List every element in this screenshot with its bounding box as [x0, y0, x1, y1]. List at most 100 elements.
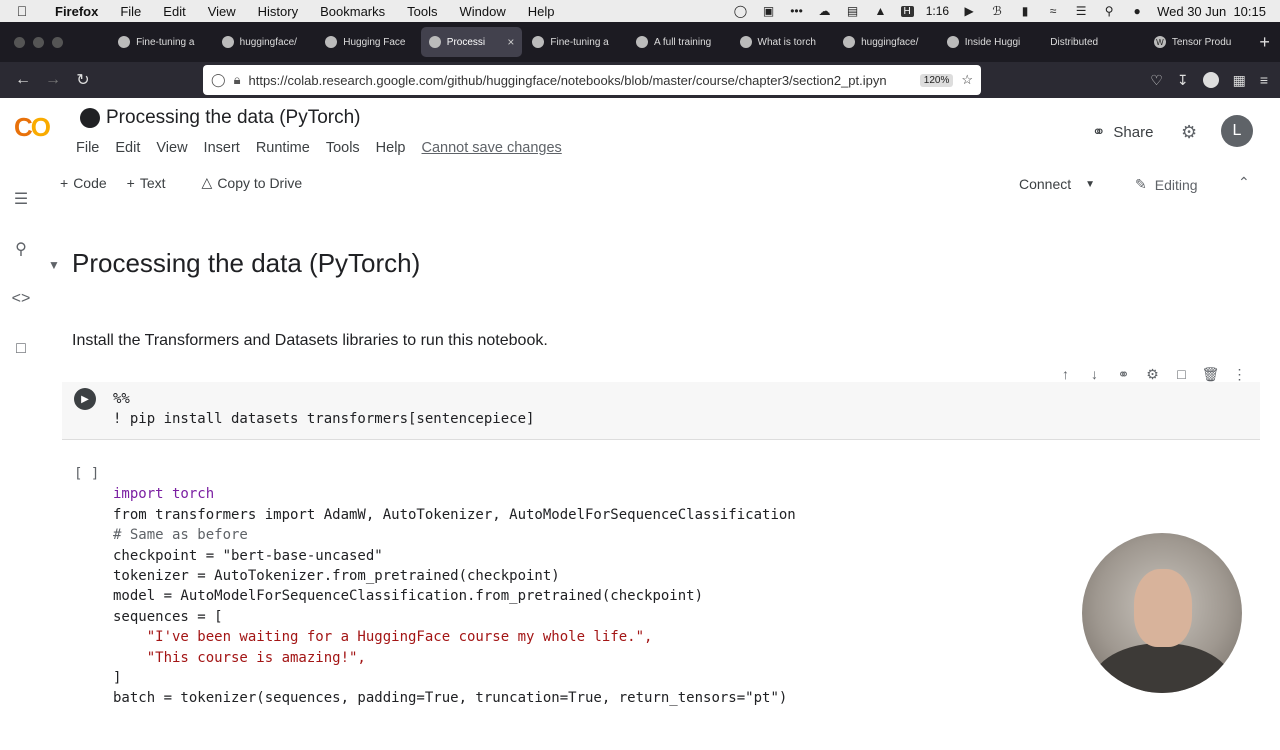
tab-huggingface-github-2[interactable]: huggingface/ — [835, 27, 937, 57]
tab-label: huggingface/ — [239, 36, 297, 48]
colab-menu-help[interactable]: Help — [376, 140, 414, 156]
shield-icon[interactable]: ◯ — [211, 72, 226, 88]
close-tab-icon[interactable]: × — [507, 35, 514, 49]
cell-settings-icon[interactable]: ⚙ — [1143, 366, 1162, 383]
cloud-icon[interactable]: ☁ — [817, 4, 833, 18]
move-up-icon[interactable]: ↑ — [1056, 366, 1075, 383]
code-editor[interactable]: import torch from transformers import Ada… — [113, 464, 796, 750]
tab-full-training[interactable]: A full training — [628, 27, 730, 57]
more-dots-icon[interactable]: ••• — [789, 4, 805, 18]
mac-menu-view[interactable]: View — [197, 4, 247, 19]
more-options-icon[interactable]: ⋮ — [1230, 366, 1249, 383]
search-icon[interactable]: ⚲ — [10, 238, 32, 260]
close-window-button[interactable] — [14, 36, 25, 48]
menu-icon[interactable]: ≡ — [1260, 72, 1268, 88]
copy-to-drive-button[interactable]: △ Copy to Drive — [202, 174, 303, 191]
tab-label: Processi — [446, 36, 486, 48]
code-line: # Same as before — [113, 527, 248, 544]
new-tab-icon[interactable]: + — [1249, 32, 1280, 53]
tab-label: Inside Huggi — [964, 36, 1021, 48]
tab-favicon-icon — [325, 36, 338, 48]
link-cell-icon[interactable]: ⚭ — [1114, 366, 1133, 383]
siri-icon[interactable]: ● — [1129, 4, 1145, 18]
code-line: batch = tokenizer(sequences, padding=Tru… — [113, 690, 788, 707]
lock-icon[interactable]: 🔒︎ — [234, 72, 241, 88]
tab-huggingface-github[interactable]: huggingface/ — [214, 27, 316, 57]
h-badge-icon[interactable]: H — [900, 5, 914, 17]
chevron-down-icon[interactable]: ▼ — [1085, 179, 1095, 190]
avatar[interactable]: L — [1221, 115, 1253, 147]
table-of-contents-icon[interactable]: ☰ — [10, 188, 32, 210]
tab-fine-tuning[interactable]: Fine-tuning a — [110, 27, 212, 57]
share-button[interactable]: ⚭ Share — [1092, 122, 1153, 142]
app-menu-firefox[interactable]: Firefox — [44, 4, 109, 19]
tab-processing-active[interactable]: Processi × — [420, 27, 523, 57]
url-bar[interactable]: ◯ 🔒︎ https://colab.research.google.com/g… — [203, 65, 981, 95]
colab-logo[interactable]: CO — [14, 112, 51, 143]
url-text[interactable]: https://colab.research.google.com/github… — [248, 73, 911, 88]
mac-menu-history[interactable]: History — [247, 4, 309, 19]
cannot-save-link[interactable]: Cannot save changes — [422, 140, 570, 156]
mac-menu-help[interactable]: Help — [517, 4, 566, 19]
add-code-button[interactable]: + Code — [60, 174, 107, 191]
mac-menu-edit[interactable]: Edit — [152, 4, 196, 19]
mac-menu-bookmarks[interactable]: Bookmarks — [309, 4, 396, 19]
editing-mode-button[interactable]: ✎ Editing — [1135, 176, 1198, 193]
back-icon[interactable]: ← — [8, 71, 38, 89]
wifi-icon[interactable]: ≈ — [1045, 4, 1061, 18]
colab-menu-edit[interactable]: Edit — [115, 140, 148, 156]
tab-inside-huggingface[interactable]: Inside Huggi — [939, 27, 1041, 57]
apple-icon[interactable]:  — [0, 3, 44, 19]
add-text-button[interactable]: + Text — [127, 174, 166, 191]
bluetooth-icon[interactable]: ℬ — [989, 4, 1005, 18]
extensions-icon[interactable]: ▦ — [1233, 72, 1246, 89]
zoom-level[interactable]: 120% — [919, 73, 954, 87]
forward-icon[interactable]: → — [38, 71, 68, 89]
tab-what-is-torch[interactable]: What is torch — [732, 27, 834, 57]
minimize-window-button[interactable] — [33, 36, 44, 48]
tab-fine-tuning-2[interactable]: Fine-tuning a — [524, 27, 626, 57]
tab-favicon-icon — [118, 36, 131, 48]
mac-menu-window[interactable]: Window — [449, 4, 517, 19]
control-center-icon[interactable]: ☰ — [1073, 4, 1089, 18]
account-icon[interactable] — [1202, 72, 1219, 88]
collapse-section-icon[interactable]: ▼ — [48, 258, 60, 272]
github-status-icon[interactable]: ◯ — [733, 4, 749, 18]
layout-icon[interactable]: ▤ — [845, 4, 861, 18]
battery-icon[interactable]: ▮ — [1017, 4, 1033, 18]
move-down-icon[interactable]: ↓ — [1085, 366, 1104, 383]
cone-icon[interactable]: ▲ — [873, 4, 889, 18]
pocket-icon[interactable]: ♡ — [1150, 72, 1163, 89]
execution-count[interactable]: [ ] — [74, 466, 99, 482]
downloads-icon[interactable]: ↧ — [1177, 72, 1189, 89]
colab-menu-insert[interactable]: Insert — [204, 140, 248, 156]
tab-distributed[interactable]: Distributed — [1042, 27, 1144, 57]
collapse-header-icon[interactable]: ⌃ — [1238, 174, 1250, 191]
tab-hugging-face[interactable]: Hugging Face — [317, 27, 419, 57]
run-cell-button[interactable]: ▶ — [74, 388, 96, 410]
folder-icon[interactable]: □ — [10, 338, 32, 360]
tab-label: Fine-tuning a — [136, 36, 195, 48]
colab-menu-view[interactable]: View — [156, 140, 195, 156]
code-snippets-icon[interactable]: <> — [10, 288, 32, 310]
mac-menu-tools[interactable]: Tools — [396, 4, 448, 19]
window-icon[interactable]: ▣ — [761, 4, 777, 18]
mirror-cell-icon[interactable]: □ — [1172, 366, 1191, 383]
search-spotlight-icon[interactable]: ⚲ — [1101, 4, 1117, 18]
colab-menu-file[interactable]: File — [76, 140, 107, 156]
tab-favicon-icon — [739, 36, 752, 48]
colab-menu-tools[interactable]: Tools — [326, 140, 368, 156]
colab-menu-runtime[interactable]: Runtime — [256, 140, 318, 156]
settings-gear-icon[interactable]: ⚙ — [1181, 122, 1197, 143]
play-icon[interactable]: ▶ — [961, 4, 977, 18]
mac-menu-file[interactable]: File — [109, 4, 152, 19]
bookmark-star-icon[interactable]: ☆ — [961, 72, 973, 88]
code-cell-active[interactable]: ▶ %% ! pip install datasets transformers[… — [62, 382, 1260, 440]
delete-cell-icon[interactable]: 🗑︎ — [1201, 366, 1220, 383]
notebook-title-text[interactable]: Processing the data (PyTorch) — [106, 107, 361, 129]
maximize-window-button[interactable] — [52, 36, 63, 48]
tab-tensor-product[interactable]: W Tensor Produ — [1146, 27, 1248, 57]
reload-icon[interactable]: ↻ — [68, 70, 98, 90]
connect-button[interactable]: Connect ▼ — [1019, 176, 1095, 192]
code-editor[interactable]: %% ! pip install datasets transformers[se… — [113, 389, 534, 430]
